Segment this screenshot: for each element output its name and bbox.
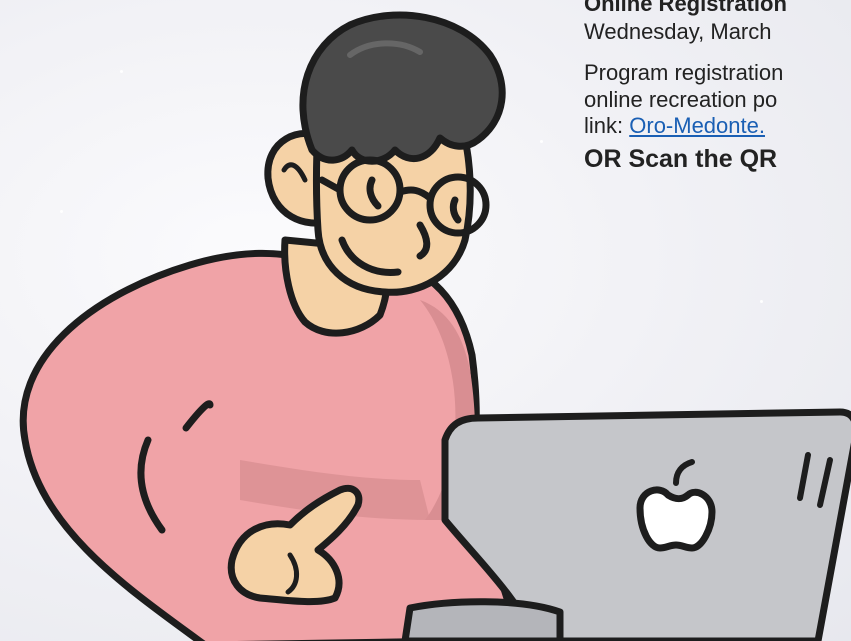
registration-link[interactable]: Oro-Medonte. — [629, 113, 765, 138]
registration-body-line: Program registration — [584, 60, 784, 85]
link-prefix: link: — [584, 113, 630, 138]
registration-date: Wednesday, March — [584, 19, 772, 44]
hair — [299, 11, 506, 165]
registration-heading: Online Registration — [584, 0, 787, 16]
sparkle-decoration — [760, 300, 763, 303]
sparkle-decoration — [60, 210, 63, 213]
registration-link-line: link: Oro-Medonte. — [584, 113, 851, 140]
registration-body-line: online recreation po — [584, 86, 778, 112]
scan-qr-instruction: OR Scan the QR — [584, 144, 778, 173]
laptop-base — [401, 598, 564, 641]
sparkle-decoration — [540, 140, 543, 143]
apple-logo — [636, 486, 716, 552]
registration-text-panel: Online Registration Wednesday, March Pro… — [584, 0, 851, 174]
sparkle-decoration — [120, 70, 123, 73]
